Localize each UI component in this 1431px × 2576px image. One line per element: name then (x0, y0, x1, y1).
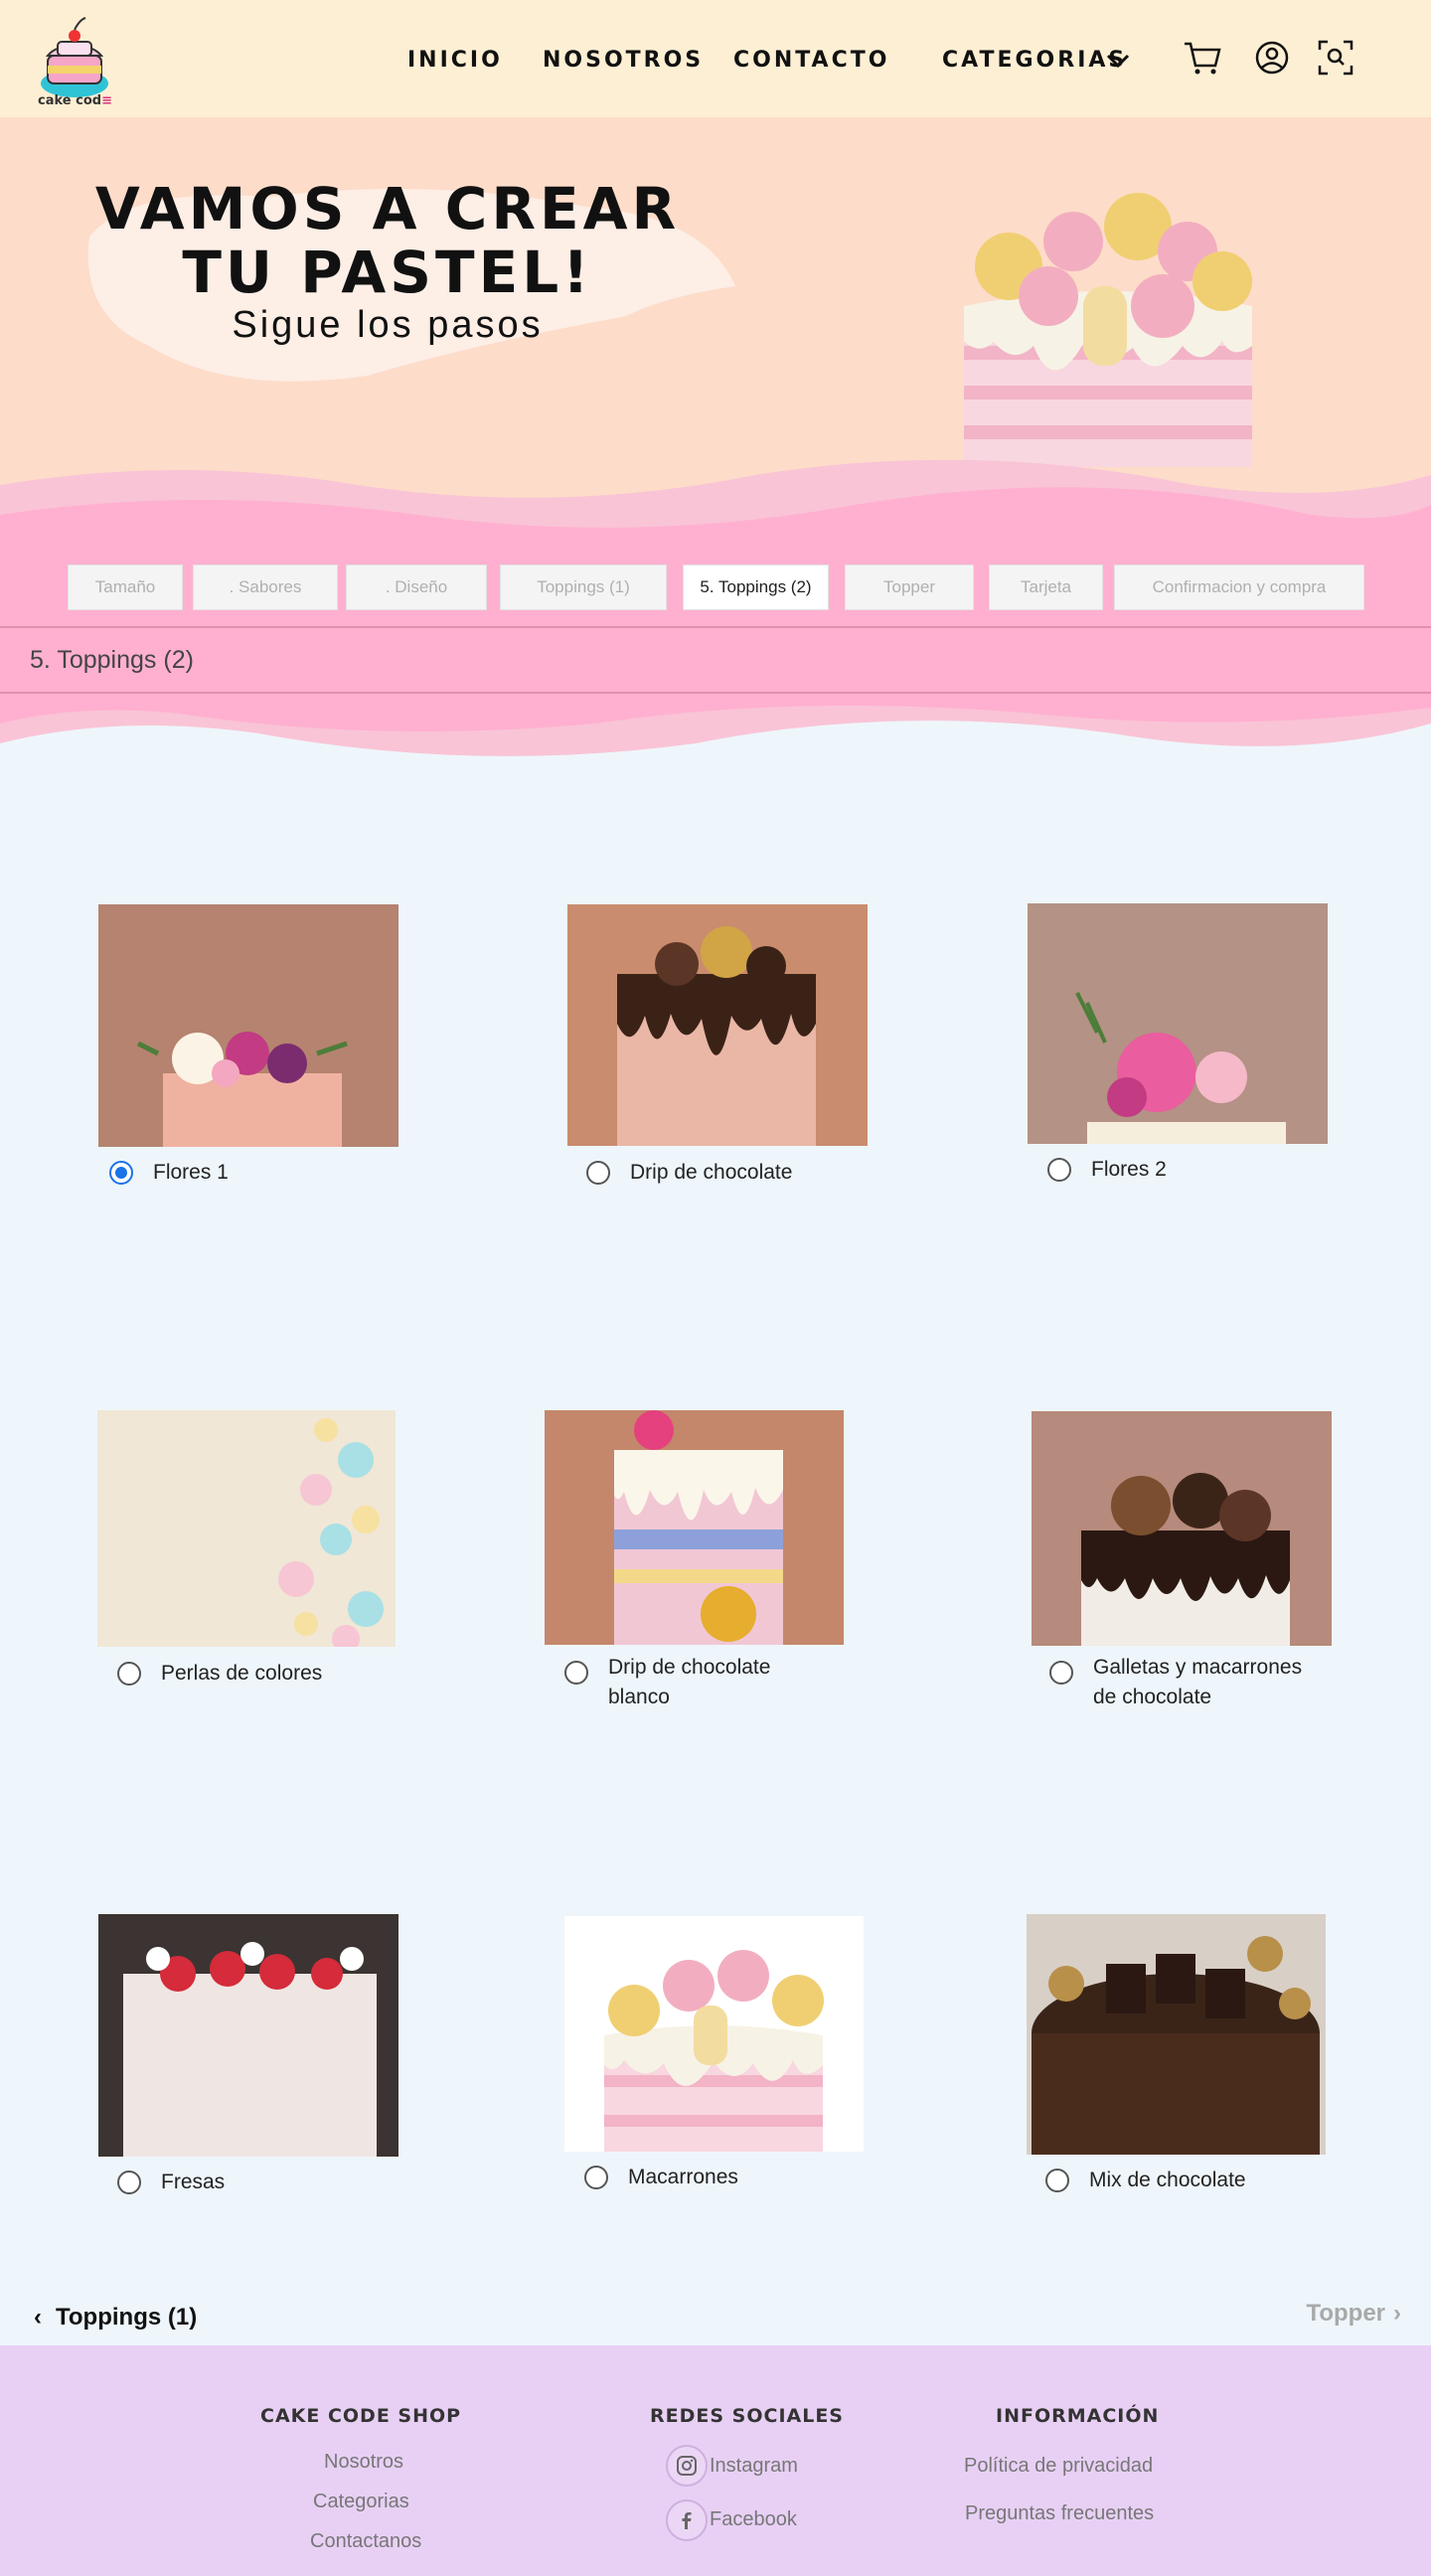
hero-banner: VAMOS A CREAR TU PASTEL! Sigue los pasos (0, 117, 1431, 634)
hero-title: VAMOS A CREAR TU PASTEL! (94, 175, 681, 306)
tab-tarjeta[interactable]: Tarjeta (989, 564, 1103, 610)
footer-social-title: REDES SOCIALES (650, 2405, 844, 2427)
nav-inicio[interactable]: INICIO (407, 48, 503, 73)
radio-galletas-macarrones[interactable] (1049, 1661, 1073, 1685)
footer-link-privacidad[interactable]: Política de privacidad (964, 2455, 1153, 2478)
footer-link-categorias[interactable]: Categorias (313, 2491, 409, 2513)
option-mix-chocolate[interactable]: Mix de chocolate (1045, 2166, 1246, 2195)
tab-toppings-1[interactable]: Toppings (1) (500, 564, 667, 610)
radio-fresas[interactable] (117, 2171, 141, 2194)
topping-image-macarrones[interactable] (564, 1916, 864, 2152)
option-drip-chocolate[interactable]: Drip de chocolate (586, 1158, 792, 1188)
radio-macarrones[interactable] (584, 2166, 608, 2189)
footer-link-facebook[interactable]: Facebook (710, 2508, 797, 2531)
option-galletas-macarrones[interactable]: Galletas y macarrones de chocolate (1049, 1653, 1308, 1712)
footer-link-instagram[interactable]: Instagram (710, 2455, 798, 2478)
chevron-left-icon: ‹ (34, 2304, 42, 2331)
footer-link-preguntas[interactable]: Preguntas frecuentes (965, 2502, 1154, 2525)
site-header: cake cod≡ INICIO NOSOTROS CONTACTO CATEG… (0, 0, 1431, 117)
footer-link-nosotros[interactable]: Nosotros (324, 2451, 403, 2474)
chevron-right-icon: › (1393, 2300, 1401, 2327)
next-step-link[interactable]: Topper › (1306, 2300, 1401, 2328)
hero-subtitle: Sigue los pasos (232, 304, 544, 346)
radio-mix-chocolate[interactable] (1045, 2169, 1069, 2192)
cart-icon[interactable] (1183, 38, 1222, 78)
topping-image-mix-chocolate[interactable] (1027, 1914, 1326, 2155)
tab-sabores[interactable]: . Sabores (193, 564, 338, 610)
topping-image-drip-chocolate-blanco[interactable] (545, 1410, 844, 1645)
radio-drip-chocolate[interactable] (586, 1161, 610, 1185)
footer-shop-title: CAKE CODE SHOP (260, 2405, 462, 2427)
radio-drip-chocolate-blanco[interactable] (564, 1661, 588, 1685)
radio-flores-1[interactable] (109, 1161, 133, 1185)
user-icon[interactable] (1252, 38, 1292, 78)
chevron-down-icon[interactable] (1105, 52, 1131, 70)
macaron-cake-image (964, 193, 1252, 467)
option-drip-chocolate-blanco[interactable]: Drip de chocolate blanco (564, 1653, 813, 1712)
nav-contacto[interactable]: CONTACTO (733, 48, 889, 73)
nav-nosotros[interactable]: NOSOTROS (543, 48, 704, 73)
step-tabs: Tamaño . Sabores . Diseño Toppings (1) 5… (0, 564, 1431, 612)
topping-image-galletas-macarrones[interactable] (1032, 1411, 1332, 1646)
tab-toppings-2[interactable]: 5. Toppings (2) (683, 564, 829, 610)
option-flores-1[interactable]: Flores 1 (109, 1158, 229, 1188)
facebook-icon[interactable] (666, 2499, 708, 2541)
site-footer: CAKE CODE SHOP Nosotros Categorias Conta… (0, 2345, 1431, 2576)
option-flores-2[interactable]: Flores 2 (1047, 1155, 1167, 1185)
search-scan-icon[interactable] (1316, 38, 1355, 78)
tab-confirmacion[interactable]: Confirmacion y compra (1114, 564, 1364, 610)
radio-perlas-colores[interactable] (117, 1662, 141, 1686)
topping-image-fresas[interactable] (98, 1914, 398, 2157)
brand-name: cake cod≡ (38, 93, 112, 108)
topping-image-flores-2[interactable] (1028, 903, 1328, 1144)
option-perlas-colores[interactable]: Perlas de colores (117, 1659, 322, 1689)
section-wave-decoration (0, 694, 1431, 756)
section-title: 5. Toppings (2) (30, 646, 194, 674)
footer-link-contactanos[interactable]: Contactanos (310, 2530, 421, 2553)
option-fresas[interactable]: Fresas (117, 2168, 225, 2197)
tab-tamano[interactable]: Tamaño (68, 564, 183, 610)
option-macarrones[interactable]: Macarrones (584, 2163, 738, 2192)
topping-image-perlas-colores[interactable] (97, 1410, 396, 1647)
radio-flores-2[interactable] (1047, 1158, 1071, 1182)
tab-topper[interactable]: Topper (845, 564, 974, 610)
topping-image-drip-chocolate[interactable] (567, 904, 868, 1146)
nav-categorias[interactable]: CATEGORIAS (942, 48, 1127, 73)
prev-step-link[interactable]: ‹ Toppings (1) (34, 2304, 197, 2332)
footer-info-title: INFORMACIÓN (996, 2405, 1160, 2427)
instagram-icon[interactable] (666, 2445, 708, 2487)
topping-image-flores-1[interactable] (98, 904, 398, 1147)
section-header: 5. Toppings (2) (0, 626, 1431, 694)
tab-diseno[interactable]: . Diseño (346, 564, 487, 610)
